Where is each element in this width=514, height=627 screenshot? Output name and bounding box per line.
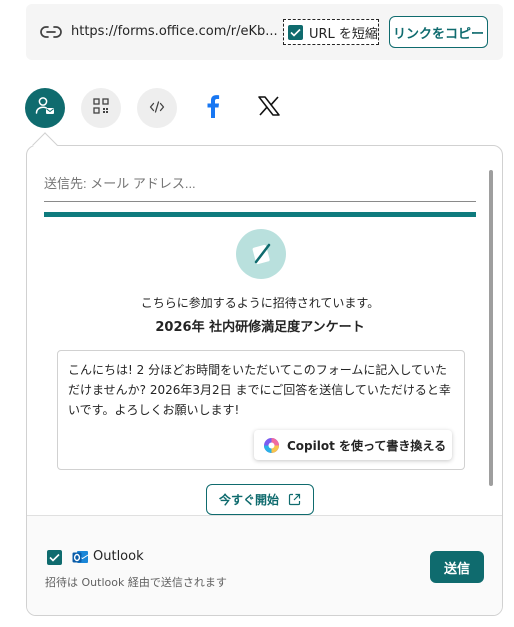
outlook-checkbox[interactable] bbox=[47, 550, 62, 565]
copy-link-button[interactable]: リンクをコピー bbox=[389, 16, 488, 48]
share-x-button[interactable] bbox=[249, 88, 289, 128]
share-email-button[interactable] bbox=[25, 88, 65, 128]
recipient-email-input[interactable] bbox=[44, 166, 476, 202]
start-now-label: 今すぐ開始 bbox=[218, 493, 279, 507]
copilot-rewrite-button[interactable]: Copilot を使って書き換える bbox=[254, 430, 452, 460]
invite-text: こちらに参加するように招待されています。 bbox=[140, 296, 380, 310]
invite-message-text: こんにちは! 2 分ほどお時間をいただいてこのフォームに記入していただけませんか… bbox=[68, 363, 451, 417]
checkbox-checked-icon bbox=[288, 24, 303, 40]
facebook-icon bbox=[206, 94, 220, 122]
share-embed-button[interactable] bbox=[137, 88, 177, 128]
link-icon bbox=[40, 24, 62, 40]
link-bar: https://forms.office.com/r/eKb... URL を短… bbox=[26, 4, 503, 60]
person-mail-icon bbox=[34, 95, 56, 121]
shorten-url-checkbox[interactable]: URL を短縮 bbox=[283, 19, 379, 45]
copilot-icon bbox=[264, 437, 279, 453]
send-footer: Outlook 招待は Outlook 経由で送信されます 送信 bbox=[27, 515, 502, 615]
share-facebook-button[interactable] bbox=[193, 88, 233, 128]
outlook-label: Outlook bbox=[93, 549, 144, 564]
copilot-rewrite-label: Copilot を使って書き換える bbox=[287, 438, 447, 453]
qr-code-icon bbox=[93, 98, 109, 118]
send-button[interactable]: 送信 bbox=[430, 551, 484, 583]
start-now-button[interactable]: 今すぐ開始 bbox=[206, 484, 314, 515]
outlook-icon bbox=[72, 549, 89, 566]
open-external-icon bbox=[288, 493, 301, 506]
form-title: 2026年 社内研修満足度アンケート bbox=[155, 320, 365, 335]
form-icon bbox=[236, 229, 286, 279]
link-url[interactable]: https://forms.office.com/r/eKb... bbox=[71, 24, 278, 39]
share-qr-button[interactable] bbox=[81, 88, 121, 128]
email-invite-panel: こちらに参加するように招待されています。 2026年 社内研修満足度アンケート … bbox=[26, 145, 503, 616]
code-icon bbox=[149, 99, 165, 118]
shorten-url-label: URL を短縮 bbox=[309, 26, 378, 42]
outlook-note: 招待は Outlook 経由で送信されます bbox=[45, 576, 227, 589]
scrollbar-thumb[interactable] bbox=[489, 170, 493, 486]
x-logo-icon bbox=[258, 96, 280, 120]
preview-accent-bar bbox=[44, 212, 476, 217]
